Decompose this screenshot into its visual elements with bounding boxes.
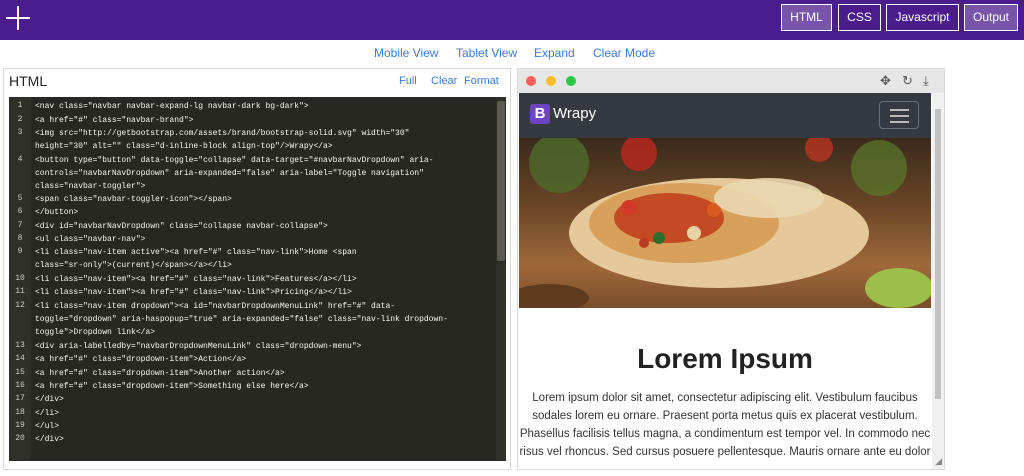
code-line: toggle">Dropdown link</a>	[35, 328, 156, 337]
line-number: 14	[15, 354, 25, 363]
plus-icon[interactable]	[6, 6, 30, 30]
tab-html[interactable]: HTML	[781, 4, 832, 31]
view-links: Mobile View Tablet View Expand Clear Mod…	[0, 46, 1024, 62]
code-line: class="sr-only">(current)</span></a></li…	[35, 261, 232, 270]
tab-javascript[interactable]: Javascript	[886, 4, 959, 31]
code-line: </ul>	[35, 422, 60, 431]
preview-chrome: ✥ ↻ ⤓	[518, 69, 944, 93]
line-number: 13	[15, 341, 25, 350]
code-line: </li>	[35, 409, 60, 418]
line-number: 19	[15, 421, 25, 430]
line-number: 16	[15, 381, 25, 390]
preview-scroll-thumb[interactable]	[935, 109, 941, 399]
download-icon[interactable]: ⤓	[923, 73, 929, 89]
code-line: </button>	[35, 208, 79, 217]
code-line: toggle="dropdown" aria-haspopup="true" a…	[35, 315, 448, 324]
page-paragraph: Lorem ipsum dolor sit amet, consectetur …	[519, 392, 931, 458]
clear-mode-link[interactable]: Clear Mode	[593, 46, 655, 60]
line-number: 15	[15, 368, 25, 377]
line-number: 8	[17, 234, 23, 243]
code-line: <li class="nav-item dropdown"><a id="nav…	[35, 302, 396, 311]
code-line: <a href="#" class="dropdown-item">Anothe…	[35, 369, 285, 378]
line-number: 7	[17, 221, 23, 230]
line-number: 5	[17, 194, 23, 203]
code-editor[interactable]: 1 2 3 4 5 6 7 8 9 10 11 12 13 14 15 16 1…	[9, 97, 506, 461]
close-dot[interactable]	[526, 76, 536, 86]
code-line: <div id="navbarNavDropdown" class="colla…	[35, 222, 328, 231]
line-number: 20	[15, 434, 25, 443]
preview-page: B Wrapy Lorem Ipsum Lorem ipsum dolor si…	[519, 93, 931, 465]
maximize-dot[interactable]	[566, 76, 576, 86]
page-title: Lorem Ipsum	[637, 343, 813, 374]
hamburger-icon	[890, 121, 909, 123]
code-line: <li class="nav-item"><a href="#" class="…	[35, 288, 352, 297]
mobile-view-link[interactable]: Mobile View	[374, 46, 438, 60]
line-number: 11	[15, 287, 25, 296]
code-line: <a href="#" class="navbar-brand">	[35, 116, 194, 125]
brand-name[interactable]: Wrapy	[553, 105, 596, 122]
tablet-view-link[interactable]: Tablet View	[456, 46, 517, 60]
code-line: <ul class="navbar-nav">	[35, 235, 146, 244]
output-preview: ✥ ↻ ⤓ B Wrapy Lorem Ipsum Lorem ipsum do…	[517, 68, 945, 470]
code-line: <div aria-labelledby="navbarDropdownMenu…	[35, 342, 362, 351]
code-line: </div>	[35, 435, 64, 444]
line-gutter: 1 2 3 4 5 6 7 8 9 10 11 12 13 14 15 16 1…	[9, 97, 31, 461]
preview-scrollbar[interactable]	[932, 93, 944, 469]
preview-navbar: B Wrapy	[519, 93, 931, 138]
code-line: <nav class="navbar navbar-expand-lg navb…	[35, 102, 309, 111]
clear-link[interactable]: Clear	[431, 75, 457, 87]
editor-scrollbar[interactable]	[496, 97, 506, 461]
line-number: 17	[15, 394, 25, 403]
tab-css[interactable]: CSS	[838, 4, 881, 31]
line-number: 18	[15, 408, 25, 417]
code-line: </div>	[35, 395, 64, 404]
code-line: <li class="nav-item active"><a href="#" …	[35, 248, 357, 257]
code-line: <button type="button" data-toggle="colla…	[35, 156, 434, 165]
html-editor-panel: HTML Full Clear Format 1 2 3 4 5 6 7 8 9…	[3, 68, 511, 470]
bootstrap-logo[interactable]: B	[530, 104, 550, 124]
line-number: 1	[17, 101, 23, 110]
line-number: 12	[15, 301, 25, 310]
reload-icon[interactable]: ↻	[902, 73, 913, 89]
hamburger-icon	[890, 109, 909, 111]
line-number: 6	[17, 207, 23, 216]
editor-title: HTML	[9, 73, 48, 89]
line-number: 4	[17, 155, 23, 164]
expand-link[interactable]: Expand	[534, 46, 575, 60]
minimize-dot[interactable]	[546, 76, 556, 86]
code-line: <a href="#" class="dropdown-item">Action…	[35, 355, 247, 364]
tab-output[interactable]: Output	[964, 4, 1018, 31]
code-line: <li class="nav-item"><a href="#" class="…	[35, 275, 357, 284]
top-bar: HTML CSS Javascript Output	[0, 0, 1024, 40]
line-number: 2	[17, 115, 23, 124]
hamburger-icon	[890, 115, 909, 117]
code-line: height="30" alt="" class="d-inline-block…	[35, 142, 333, 151]
code-line: controls="navbarNavDropdown" aria-expand…	[35, 169, 424, 178]
code-line: <img src="http://getbootstrap.com/assets…	[35, 129, 410, 138]
format-link[interactable]: Format	[464, 75, 499, 87]
navbar-toggler-button[interactable]	[879, 101, 919, 129]
code-line: <a href="#" class="dropdown-item">Someth…	[35, 382, 309, 391]
line-number: 9	[17, 247, 23, 256]
editor-scroll-thumb[interactable]	[497, 101, 505, 261]
hero-image	[519, 138, 931, 308]
resize-handle-icon[interactable]: ◢	[935, 456, 942, 467]
move-icon[interactable]: ✥	[880, 73, 891, 89]
line-number: 10	[15, 274, 25, 283]
code-line: class="navbar-toggler">	[35, 182, 146, 191]
code-line: <span class="navbar-toggler-icon"></span…	[35, 195, 232, 204]
line-number: 3	[17, 128, 23, 137]
full-link[interactable]: Full	[399, 75, 417, 87]
